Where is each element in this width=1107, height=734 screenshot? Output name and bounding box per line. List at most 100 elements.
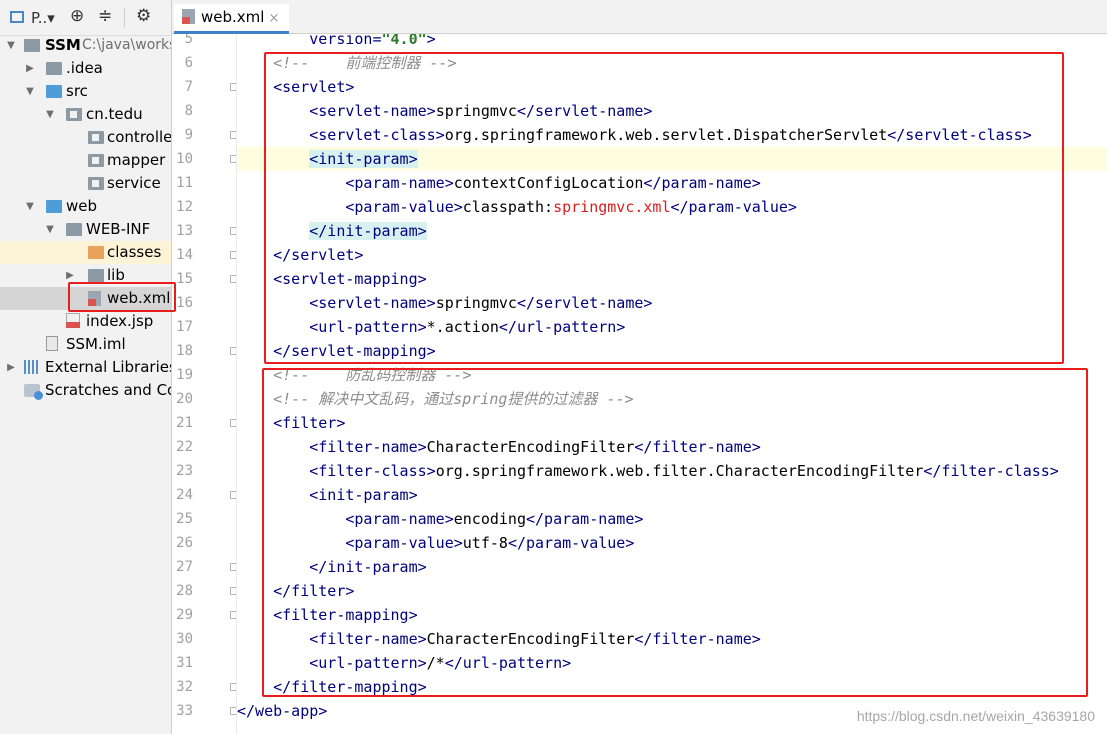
project-view-icon[interactable]: [10, 11, 24, 23]
chevron-right-icon[interactable]: ▶: [5, 356, 17, 379]
tree-item-label: web: [66, 197, 98, 215]
folder-icon: [46, 62, 62, 75]
line-number: 12: [176, 199, 193, 215]
fold-marker-icon[interactable]: [230, 491, 236, 499]
tree-item-label: .idea: [66, 59, 103, 77]
line-number: 27: [176, 559, 193, 575]
line-number: 21: [176, 415, 193, 431]
xml-file-icon: [182, 9, 195, 24]
line-number: 32: [176, 679, 193, 695]
line-number: 18: [176, 343, 193, 359]
tree-item-label: mapper: [107, 151, 166, 169]
folder-icon: [24, 39, 40, 52]
tree-package-controller[interactable]: controller: [0, 126, 171, 149]
tree-root-ssm[interactable]: ▼ SSM C:\java\works: [0, 34, 171, 57]
folder-icon: [46, 200, 62, 213]
locate-icon[interactable]: ⊕: [70, 6, 84, 26]
tree-folder-idea[interactable]: ▶ .idea: [0, 57, 171, 80]
tab-label: web.xml: [201, 8, 265, 26]
tree-item-label: Scratches and Cons: [45, 381, 171, 399]
line-number: 30: [176, 631, 193, 647]
fold-marker-icon[interactable]: [230, 563, 236, 571]
line-number: 6: [184, 55, 193, 71]
tree-file-index-jsp[interactable]: index.jsp: [0, 310, 171, 333]
fold-marker-icon[interactable]: [230, 251, 236, 259]
line-number: 5: [184, 34, 193, 47]
web-xml-highlight-box: [68, 282, 176, 312]
line-number: 33: [176, 703, 193, 719]
folder-icon: [66, 223, 82, 236]
collapse-all-icon[interactable]: ≑: [98, 6, 112, 26]
watermark: https://blog.csdn.net/weixin_43639180: [856, 708, 1095, 724]
folder-icon: [66, 108, 82, 121]
fold-marker-icon[interactable]: [230, 131, 236, 139]
tree-package-service[interactable]: service: [0, 172, 171, 195]
fold-marker-icon[interactable]: [230, 347, 236, 355]
project-toolbar: P..▾ ⊕ ≑ ⚙: [0, 0, 171, 36]
folder-icon: [88, 269, 104, 282]
tab-web-xml[interactable]: web.xml ×: [174, 4, 290, 34]
tree-folder-web[interactable]: ▼ web: [0, 195, 171, 218]
line-number: 20: [176, 391, 193, 407]
file-scratch-icon: [24, 384, 43, 400]
line-number: 10: [176, 151, 193, 167]
line-number: 11: [176, 175, 193, 191]
fold-marker-icon[interactable]: [230, 587, 236, 595]
fold-marker-icon[interactable]: [230, 683, 236, 691]
tree-external-libraries[interactable]: ▶ External Libraries: [0, 356, 171, 379]
fold-marker-icon[interactable]: [230, 83, 236, 91]
tree-item-label: SSM.iml: [66, 335, 126, 353]
tree-item-label: cn.tedu: [86, 105, 143, 123]
gear-icon[interactable]: ⚙: [136, 6, 151, 26]
tree-package-mapper[interactable]: mapper: [0, 149, 171, 172]
project-panel: P..▾ ⊕ ≑ ⚙ ▼ SSM C:\java\works ▶ .idea ▼ src ▼ c…: [0, 0, 172, 734]
line-number: 25: [176, 511, 193, 527]
line-number: 31: [176, 655, 193, 671]
tree-scratches[interactable]: Scratches and Cons: [0, 379, 171, 402]
line-number: 9: [184, 127, 193, 143]
fold-marker-icon[interactable]: [230, 419, 236, 427]
line-number: 29: [176, 607, 193, 623]
line-number: 19: [176, 367, 193, 383]
tree-item-label: src: [66, 82, 88, 100]
fold-marker-icon[interactable]: [230, 155, 236, 163]
tree-item-path: C:\java\works: [82, 37, 172, 53]
fold-marker-icon[interactable]: [230, 227, 236, 235]
tree-item-label: SSM: [45, 36, 81, 54]
fold-marker-icon[interactable]: [230, 611, 236, 619]
tree-item-label: service: [107, 174, 161, 192]
tree-item-label: classes: [107, 243, 162, 261]
fold-marker-icon[interactable]: [230, 707, 236, 715]
project-view-selector[interactable]: P..▾: [31, 8, 55, 28]
chevron-down-icon[interactable]: ▼: [24, 195, 36, 218]
tree-folder-web-inf[interactable]: ▼ WEB-INF: [0, 218, 171, 241]
chevron-down-icon[interactable]: ▼: [5, 34, 17, 57]
folder-icon: [88, 246, 104, 259]
tree-folder-src[interactable]: ▼ src: [0, 80, 171, 103]
tree-item-label: External Libraries: [45, 358, 172, 376]
chevron-down-icon[interactable]: ▼: [44, 103, 56, 126]
folder-icon: [88, 154, 104, 167]
tree-file-ssm-iml[interactable]: SSM.iml: [0, 333, 171, 356]
file-iml-icon: [46, 336, 58, 351]
file-jsp-icon: [66, 313, 80, 328]
tree-folder-classes[interactable]: classes: [0, 241, 171, 264]
line-number: 14: [176, 247, 193, 263]
line-number: 28: [176, 583, 193, 599]
tree-package-cn-tedu[interactable]: ▼ cn.tedu: [0, 103, 171, 126]
line-number: 13: [176, 223, 193, 239]
tree-item-label: WEB-INF: [86, 220, 151, 238]
close-icon[interactable]: ×: [268, 11, 279, 26]
fold-marker-icon[interactable]: [230, 275, 236, 283]
code-line[interactable]: version="4.0">: [237, 34, 1107, 51]
folder-icon: [88, 177, 104, 190]
line-number: 17: [176, 319, 193, 335]
line-number: 8: [184, 103, 193, 119]
line-number: 23: [176, 463, 193, 479]
chevron-down-icon[interactable]: ▼: [24, 80, 36, 103]
chevron-down-icon[interactable]: ▼: [44, 218, 56, 241]
chevron-right-icon[interactable]: ▶: [24, 57, 36, 80]
line-number: 26: [176, 535, 193, 551]
folder-icon: [88, 131, 104, 144]
editor-tab-bar: web.xml ×: [172, 0, 1107, 34]
